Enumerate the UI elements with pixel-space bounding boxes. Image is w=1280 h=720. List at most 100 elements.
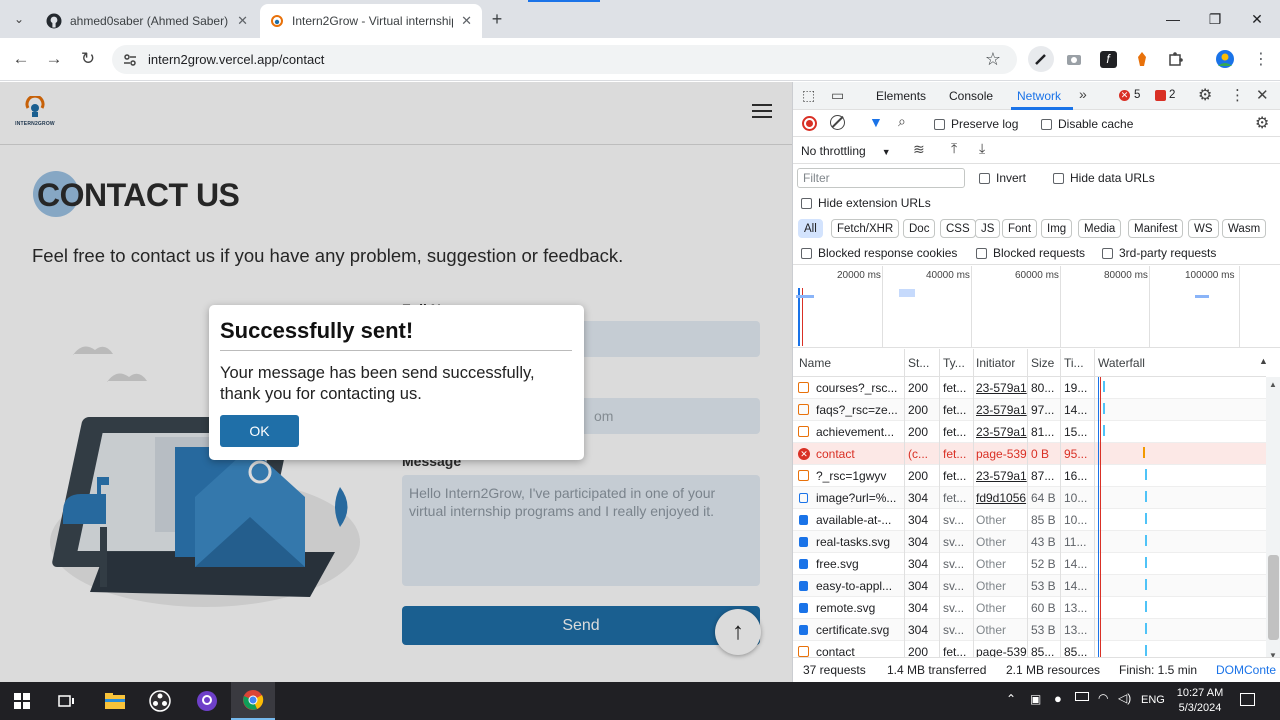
volume-icon[interactable]: ◁)	[1118, 691, 1131, 705]
type-filter-wasm[interactable]: Wasm	[1222, 219, 1267, 238]
third-party-checkbox[interactable]: 3rd-party requests	[1102, 246, 1216, 260]
extensions-puzzle-icon[interactable]	[1161, 44, 1191, 74]
camera-extension-icon[interactable]	[1059, 44, 1089, 74]
invert-checkbox[interactable]: Invert	[979, 171, 1026, 185]
table-row[interactable]: remote.svg 304 sv... Other 60 B 13...	[793, 597, 1266, 619]
issue-count[interactable]: 2	[1169, 89, 1175, 101]
type-filter-js[interactable]: JS	[975, 219, 1001, 238]
forward-arrow-icon[interactable]: →	[39, 44, 69, 74]
reload-icon[interactable]: ↻	[73, 44, 103, 74]
throttling-select[interactable]: No throttling ▼	[801, 144, 891, 158]
font-extension-icon[interactable]: f	[1093, 44, 1123, 74]
microphone-icon[interactable]: ●	[1054, 691, 1062, 706]
tab-github[interactable]: ahmed0saber (Ahmed Saber) ✕	[36, 4, 258, 38]
close-window-button[interactable]: ✕	[1234, 0, 1280, 38]
hide-extension-urls-checkbox[interactable]: Hide extension URLs	[801, 196, 931, 210]
inspect-element-icon[interactable]: ⬚	[802, 87, 815, 104]
table-row[interactable]: real-tasks.svg 304 sv... Other 43 B 11...	[793, 531, 1266, 553]
record-button[interactable]	[802, 116, 817, 131]
disable-cache-checkbox[interactable]: Disable cache	[1041, 117, 1133, 131]
col-initiator[interactable]: Initiator	[976, 352, 1015, 374]
preserve-log-checkbox[interactable]: Preserve log	[934, 117, 1018, 131]
wifi-icon[interactable]: ◠	[1098, 691, 1108, 705]
network-settings-gear-icon[interactable]: ⚙	[1255, 113, 1269, 133]
clear-icon[interactable]	[830, 115, 845, 130]
minimize-button[interactable]: —	[1150, 0, 1196, 38]
more-tabs-icon[interactable]: »	[1079, 86, 1087, 102]
device-icon[interactable]: ▣	[1030, 692, 1041, 706]
request-initiator[interactable]: 23-579a1	[976, 399, 1028, 421]
hide-data-urls-checkbox[interactable]: Hide data URLs	[1053, 171, 1155, 185]
col-time[interactable]: Ti...	[1064, 352, 1084, 374]
eyedropper-extension-icon[interactable]	[1026, 44, 1056, 74]
table-row[interactable]: certificate.svg 304 sv... Other 53 B 13...	[793, 619, 1266, 641]
show-hidden-icons-chevron-icon[interactable]: ⌃	[1006, 692, 1016, 706]
request-initiator[interactable]: 23-579a1	[976, 421, 1028, 443]
table-row[interactable]: ✕ contact (c... fet... page-539 0 B 95...	[793, 443, 1266, 465]
filter-input[interactable]: Filter	[797, 168, 965, 188]
table-row[interactable]: faqs?_rsc=ze... 200 fet... 23-579a1 97... 14.…	[793, 399, 1266, 421]
tab-intern2grow[interactable]: Intern2Grow - Virtual internship ✕	[260, 4, 482, 38]
type-filter-doc[interactable]: Doc	[903, 219, 936, 238]
profile-avatar[interactable]	[1210, 44, 1240, 74]
task-view-icon[interactable]	[45, 682, 89, 720]
github-desktop-icon[interactable]	[185, 682, 229, 720]
scrollbar-thumb[interactable]	[1268, 555, 1279, 640]
type-filter-img[interactable]: Img	[1041, 219, 1073, 238]
type-filter-css[interactable]: CSS	[940, 219, 976, 238]
close-devtools-icon[interactable]: ✕	[1256, 86, 1269, 104]
request-initiator[interactable]: fd9d1056	[976, 487, 1028, 509]
chrome-icon[interactable]	[231, 682, 275, 720]
blocked-cookies-checkbox[interactable]: Blocked response cookies	[801, 246, 957, 260]
tab-network[interactable]: Network	[1017, 89, 1061, 103]
bookmark-star-icon[interactable]: ☆	[978, 44, 1008, 74]
type-filter-media[interactable]: Media	[1078, 219, 1122, 238]
network-conditions-icon[interactable]: ≋	[913, 141, 925, 158]
blocked-requests-checkbox[interactable]: Blocked requests	[976, 246, 1085, 260]
file-explorer-icon[interactable]	[93, 682, 137, 720]
import-har-icon[interactable]: ⤒	[951, 140, 957, 157]
table-row[interactable]: image?url=%... 304 fet... fd9d1056 64 B 10...	[793, 487, 1266, 509]
device-toggle-icon[interactable]: ▭	[831, 87, 844, 104]
new-tab-button[interactable]: +	[482, 4, 512, 34]
timeline-overview[interactable]: 20000 ms 40000 ms 60000 ms 80000 ms 1000…	[793, 266, 1280, 348]
filter-funnel-icon[interactable]: ▼	[869, 114, 883, 130]
table-row[interactable]: achievement... 200 fet... 23-579a1 81... 15..…	[793, 421, 1266, 443]
col-name[interactable]: Name	[799, 352, 831, 374]
export-har-icon[interactable]: ⤓	[979, 140, 985, 157]
type-filter-manifest[interactable]: Manifest	[1128, 219, 1184, 238]
col-status[interactable]: St...	[908, 352, 929, 374]
table-row[interactable]: easy-to-appl... 304 sv... Other 53 B 14...	[793, 575, 1266, 597]
site-info-icon[interactable]	[122, 52, 138, 68]
scroll-up-icon[interactable]: ▲	[1269, 380, 1277, 389]
tab-close-icon[interactable]: ✕	[237, 13, 248, 29]
address-bar[interactable]: intern2grow.vercel.app/contact	[112, 45, 1017, 74]
table-row[interactable]: courses?_rsc... 200 fet... 23-579a1 80... 19.…	[793, 377, 1266, 399]
tab-close-icon[interactable]: ✕	[461, 13, 472, 29]
type-filter-all[interactable]: All	[798, 219, 823, 238]
tab-console[interactable]: Console	[949, 89, 993, 103]
tab-elements[interactable]: Elements	[876, 89, 926, 103]
col-waterfall[interactable]: Waterfall	[1098, 352, 1145, 374]
table-row[interactable]: free.svg 304 sv... Other 52 B 14...	[793, 553, 1266, 575]
type-filter-font[interactable]: Font	[1002, 219, 1038, 238]
orange-extension-icon[interactable]	[1127, 44, 1157, 74]
table-scrollbar[interactable]: ▲ ▼	[1266, 377, 1280, 665]
clock[interactable]: 10:27 AM 5/3/2024	[1175, 686, 1225, 716]
request-initiator[interactable]: 23-579a1	[976, 465, 1028, 487]
back-arrow-icon[interactable]: ←	[6, 44, 36, 74]
col-size[interactable]: Size	[1031, 352, 1054, 374]
type-filter-ws[interactable]: WS	[1188, 219, 1219, 238]
maximize-button[interactable]: ❐	[1192, 0, 1238, 38]
ok-button[interactable]: OK	[220, 415, 299, 447]
battery-icon[interactable]	[1075, 692, 1089, 701]
settings-gear-icon[interactable]: ⚙	[1198, 85, 1212, 105]
search-icon[interactable]: ⌕	[898, 113, 906, 130]
devtools-menu-icon[interactable]: ⋮	[1230, 86, 1245, 104]
notification-center-icon[interactable]	[1240, 693, 1255, 706]
obs-studio-icon[interactable]	[138, 682, 182, 720]
browser-menu-icon[interactable]: ⋮	[1246, 44, 1276, 74]
request-initiator[interactable]: 23-579a1	[976, 377, 1028, 399]
col-type[interactable]: Ty...	[943, 352, 965, 374]
windows-start-icon[interactable]	[0, 682, 44, 720]
